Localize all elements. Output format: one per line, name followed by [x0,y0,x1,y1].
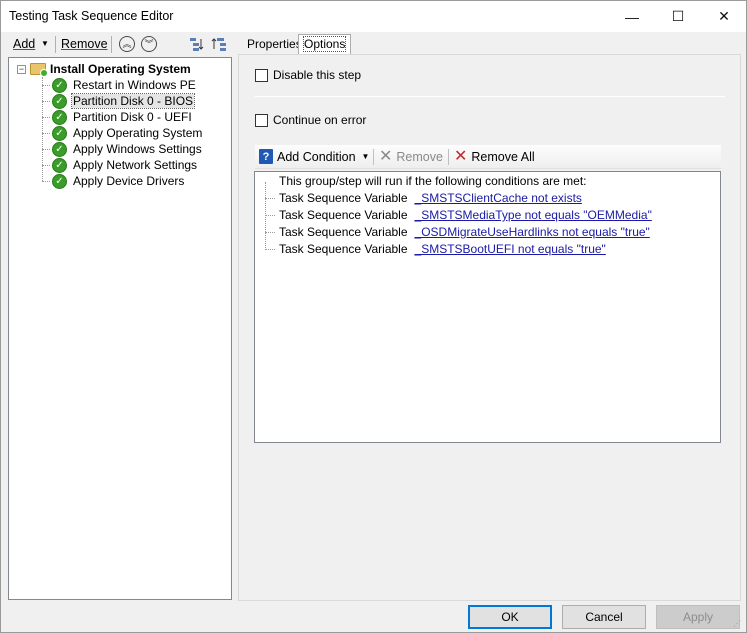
condition-type: Task Sequence Variable [279,225,408,239]
remove-all-button[interactable]: ✕ Remove All [454,149,535,165]
tree-item-label: Apply Operating System [73,126,203,140]
tree-item[interactable]: ✓ Apply Network Settings [42,157,198,173]
condition-type: Task Sequence Variable [279,191,408,205]
success-check-icon: ✓ [52,93,67,109]
remove-condition-label: Remove [396,150,443,164]
condition-type: Task Sequence Variable [279,242,408,256]
disable-step-checkbox[interactable] [255,68,268,82]
condition-link[interactable]: _OSDMigrateUseHardlinks not equals "true… [415,225,650,239]
collapse-icon[interactable]: − [17,64,26,74]
disable-step-option[interactable]: Disable this step [255,68,361,82]
tree-item-label: Restart in Windows PE [73,78,196,92]
conditions-list[interactable]: This group/step will run if the followin… [254,171,721,443]
toolbar-separator [111,36,112,53]
editor-window: Testing Task Sequence Editor — ☐ ✕ Add ▼… [0,0,747,633]
tab-options[interactable]: Options [298,34,352,55]
tree-item-label: Apply Device Drivers [73,174,185,188]
tree-root-group[interactable]: − Install Operating System [17,61,191,77]
tree-item[interactable]: ✓ Partition Disk 0 - UEFI [42,109,193,125]
minimize-button[interactable]: — [609,1,655,32]
tree-item[interactable]: ✓ Apply Operating System [42,125,203,141]
remove-all-label: Remove All [471,150,535,164]
tree-root-label: Install Operating System [50,62,191,76]
add-condition-button[interactable]: ? Add Condition ▼ [259,149,369,164]
remove-button[interactable]: Remove [61,37,108,51]
tree-item[interactable]: ✓ Apply Device Drivers [42,173,185,189]
remove-condition-button[interactable]: ✕ Remove [379,149,443,165]
tree-item[interactable]: ✓ Restart in Windows PE [42,77,197,93]
resize-grip-icon[interactable]: ⋰ [733,619,743,629]
maximize-icon: ☐ [671,8,685,24]
expand-tree-icon[interactable] [189,36,205,52]
tree-item-label: Apply Network Settings [73,158,198,172]
condition-row[interactable]: Task Sequence Variable _SMSTSMediaType n… [265,207,652,223]
maximize-button[interactable]: ☐ [655,1,701,32]
condition-row[interactable]: Task Sequence Variable _SMSTSClientCache… [265,190,582,206]
title-bar: Testing Task Sequence Editor — ☐ ✕ [1,1,746,32]
remove-icon: ✕ [379,148,393,165]
success-check-icon: ✓ [52,173,67,189]
options-page: Disable this step Continue on error ? Ad… [238,54,741,601]
success-check-icon: ✓ [52,109,67,125]
tree-item-label: Partition Disk 0 - UEFI [73,110,192,124]
conditions-toolbar: ? Add Condition ▼ ✕ Remove ✕ Remove All [255,145,721,169]
continue-on-error-checkbox[interactable] [255,113,268,127]
continue-on-error-option[interactable]: Continue on error [255,113,366,127]
add-menu-button[interactable]: Add [13,37,35,51]
continue-on-error-label: Continue on error [273,113,367,127]
success-check-icon: ✓ [52,141,67,157]
sequence-toolbar: Add ▼ Remove ︽ ︾ [7,33,233,55]
disable-step-label: Disable this step [273,68,362,82]
condition-row[interactable]: Task Sequence Variable _OSDMigrateUseHar… [265,224,650,240]
chevron-down-icon: ▼ [361,152,370,161]
help-icon: ? [259,149,273,164]
cancel-button[interactable]: Cancel [562,605,646,629]
success-check-icon: ✓ [52,125,67,141]
divider [255,96,725,97]
window-title: Testing Task Sequence Editor [9,9,174,23]
success-check-icon: ✓ [52,77,67,93]
minimize-icon: — [625,8,639,25]
close-button[interactable]: ✕ [701,1,747,32]
tree-item-label: Partition Disk 0 - BIOS [70,93,196,109]
folder-icon [30,63,48,77]
tree-item[interactable]: ✓ Apply Windows Settings [42,141,203,157]
collapse-tree-icon[interactable] [211,36,227,52]
remove-all-icon: ✕ [454,148,468,165]
add-dropdown-icon[interactable]: ▼ [41,39,49,48]
toolbar-separator [55,36,56,53]
condition-link[interactable]: _SMSTSBootUEFI not equals "true" [415,242,606,256]
add-condition-label: Add Condition [277,149,356,164]
move-up-icon[interactable]: ︽ [119,36,135,52]
apply-button[interactable]: Apply [656,605,740,629]
conditions-header: This group/step will run if the followin… [279,174,587,188]
close-icon: ✕ [718,8,730,24]
condition-link[interactable]: _SMSTSMediaType not equals "OEMMedia" [415,208,652,222]
condition-link[interactable]: _SMSTSClientCache not exists [415,191,582,205]
tab-options-label: Options [302,36,347,52]
toolbar-separator [373,149,374,165]
condition-type: Task Sequence Variable [279,208,408,222]
tree-item-label: Apply Windows Settings [73,142,202,156]
ok-button[interactable]: OK [468,605,552,629]
move-down-icon[interactable]: ︾ [141,36,157,52]
tree-item-selected[interactable]: ✓ Partition Disk 0 - BIOS [42,93,196,109]
toolbar-separator [448,149,449,165]
task-sequence-tree[interactable]: − Install Operating System ✓ Restart in … [8,57,232,600]
success-check-icon: ✓ [52,157,67,173]
condition-row[interactable]: Task Sequence Variable _SMSTSBootUEFI no… [265,241,606,257]
